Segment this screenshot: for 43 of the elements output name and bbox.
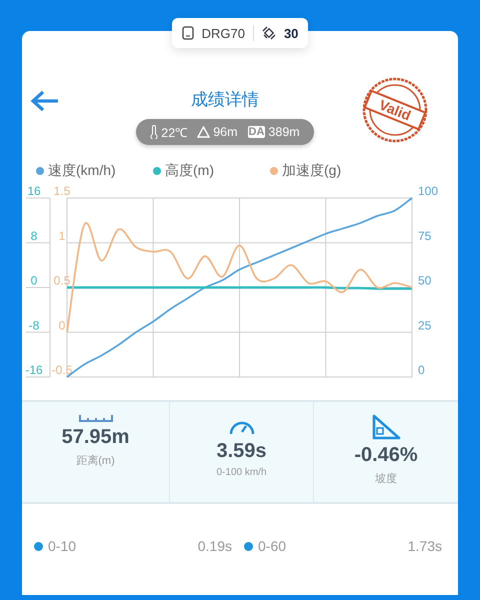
axis-label: 0 [58,318,66,332]
device-name: DRG70 [202,26,245,40]
axis-label: 50 [418,274,432,288]
axis-label: -16 [25,363,43,377]
axis-label: 25 [418,318,432,332]
page-title: 成绩详情 [191,89,259,111]
split-time: 1.73s [408,538,442,554]
ruler-icon [78,414,112,422]
stat-label: 0-100 km/h [216,467,267,478]
thermometer-icon [150,125,158,139]
axis-label: 0 [418,363,425,377]
valid-stamp: Valid [360,77,430,143]
density-altitude: 389m [268,125,300,139]
slope-icon [371,414,401,440]
axis-label: 1 [58,228,66,243]
temperature: 22℃ [161,124,188,140]
stat-label: 坡度 [375,472,397,486]
satellite-count: 30 [284,26,298,40]
split-label: 0-10 [48,538,76,554]
axis-label: 8 [30,228,38,243]
axis-label: 16 [27,184,41,198]
axis-label: 0.5 [54,274,70,288]
split-label: 0-60 [258,538,286,554]
legend-label: 高度(m) [165,162,214,180]
split-time: 0.19s [198,538,232,554]
axis-label: 75 [418,228,432,243]
axis-label: -8 [28,318,40,332]
legend-label: 加速度(g) [282,162,342,180]
back-arrow-icon[interactable] [30,89,60,113]
mountain-icon [197,126,210,138]
stat-value: -0.46% [354,444,418,467]
stat-label: 距离(m) [76,454,115,468]
axis-label: 1.5 [54,184,70,198]
axis-label: 100 [418,184,438,198]
stat-value: 57.95m [62,426,130,449]
legend-label: 速度(km/h) [48,162,116,180]
axis-label: -0.5 [52,363,72,377]
device-icon [182,26,194,40]
stat-value: 3.59s [216,440,267,463]
axis-label: 0 [30,274,38,288]
satellite-icon [262,26,276,40]
da-badge: DA [248,126,266,138]
altitude: 96m [213,125,238,139]
